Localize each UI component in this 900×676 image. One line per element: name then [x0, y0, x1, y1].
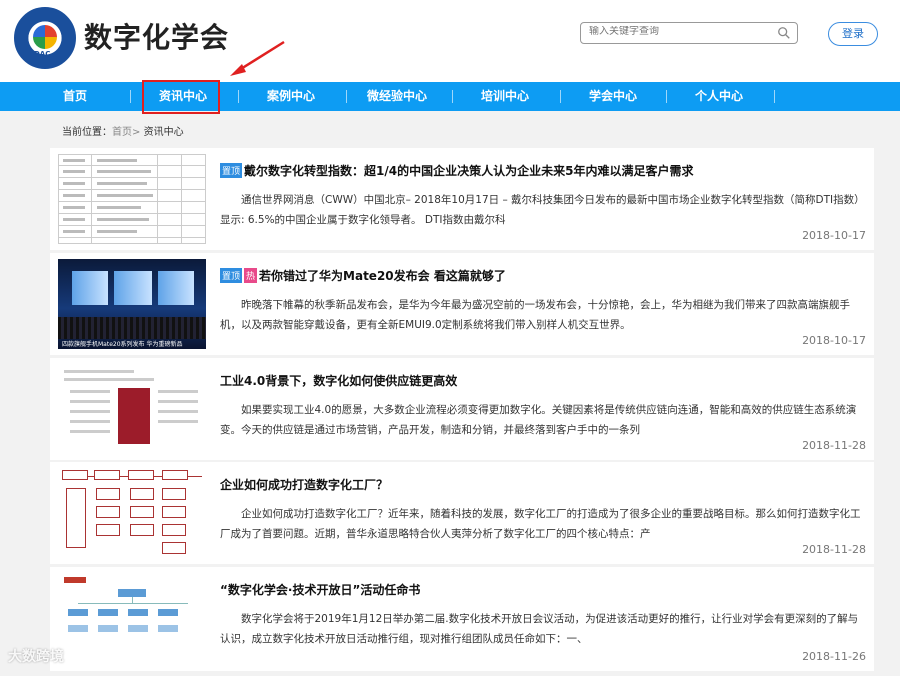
login-button[interactable]: 登录 [828, 22, 878, 46]
watermark: 大数跨境 [8, 649, 64, 665]
annotation-arrow-icon [230, 40, 285, 76]
logo-emblem-icon [33, 25, 57, 49]
nav-item-cases[interactable]: 案例中心 [248, 82, 334, 111]
nav-item-training[interactable]: 培训中心 [462, 82, 548, 111]
thumbnail-caption: 四款旗舰手机Mate20系列发布 华为重磅新品 [62, 341, 183, 348]
article-title[interactable]: 置顶 戴尔数字化转型指数：超1/4的中国企业决策人认为企业未来5年内难以满足客户需… [220, 162, 693, 179]
nav-divider [774, 90, 775, 103]
article-card[interactable]: 置顶 戴尔数字化转型指数：超1/4的中国企业决策人认为企业未来5年内难以满足客户需… [50, 148, 874, 250]
article-thumbnail[interactable] [58, 468, 206, 558]
article-summary: 数字化学会将于2019年1月12日举办第二届.数字化技术开放日会议活动，为促进该… [220, 613, 859, 645]
logo-text: DAC [34, 50, 51, 58]
nav-divider [130, 90, 131, 103]
article-title-text[interactable]: 戴尔数字化转型指数：超1/4的中国企业决策人认为企业未来5年内难以满足客户需求 [244, 164, 693, 178]
article-title-text[interactable]: 企业如何成功打造数字化工厂？ [220, 478, 388, 492]
article-thumbnail[interactable] [58, 364, 206, 454]
nav-divider [346, 90, 347, 103]
annotation-highlight-box [142, 80, 220, 114]
article-date: 2018-11-28 [802, 439, 866, 452]
breadcrumb-label: 当前位置： [62, 127, 112, 138]
breadcrumb-separator: > [132, 127, 141, 138]
article-thumbnail[interactable]: 四款旗舰手机Mate20系列发布 华为重磅新品 [58, 259, 206, 349]
pinned-badge: 置顶 [220, 268, 243, 283]
search-icon[interactable] [777, 26, 791, 40]
breadcrumb: 当前位置：首页> 资讯中心 [62, 123, 184, 138]
article-thumbnail[interactable] [58, 154, 206, 244]
nav-divider [452, 90, 453, 103]
article-summary: 如果要实现工业4.0的愿景，大多数企业流程必须变得更加数字化。关键因素将是传统供… [220, 404, 857, 436]
hot-badge: 热 [244, 268, 258, 283]
article-summary: 昨晚落下帷幕的秋季新品发布会，是华为今年最为盛况空前的一场发布会，十分惊艳，会上… [220, 299, 850, 331]
article-summary: 企业如何成功打造数字化工厂？近年来，随着科技的发展，数字化工厂的打造成为了很多企… [220, 508, 861, 540]
breadcrumb-current: 资讯中心 [143, 127, 184, 138]
article-title[interactable]: 置顶热若你错过了华为Mate20发布会 看这篇就够了 [220, 267, 506, 284]
article-card[interactable]: 企业如何成功打造数字化工厂？ 企业如何成功打造数字化工厂？近年来，随着科技的发展… [50, 462, 874, 564]
article-summary: 通信世界网消息（CWW）中国北京– 2018年10月17日 – 戴尔科技集团今日… [220, 194, 865, 226]
article-date: 2018-10-17 [802, 229, 866, 242]
site-logo[interactable]: DAC [14, 7, 76, 69]
article-card[interactable]: “数字化学会·技术开放日”活动任命书 数字化学会将于2019年1月12日举办第二… [50, 567, 874, 671]
article-title-text[interactable]: 工业4.0背景下，数字化如何使供应链更高效 [220, 374, 457, 388]
article-title-text[interactable]: 若你错过了华为Mate20发布会 看这篇就够了 [259, 269, 506, 283]
site-title[interactable]: 数字化学会 [84, 16, 229, 56]
site-header: DAC 数字化学会 登录 [0, 0, 900, 82]
article-card[interactable]: 四款旗舰手机Mate20系列发布 华为重磅新品 置顶热若你错过了华为Mate20… [50, 253, 874, 355]
article-title-text[interactable]: “数字化学会·技术开放日”活动任命书 [220, 583, 420, 597]
search-box[interactable] [580, 22, 798, 44]
article-title[interactable]: 企业如何成功打造数字化工厂？ [220, 476, 388, 493]
article-title[interactable]: 工业4.0背景下，数字化如何使供应链更高效 [220, 372, 457, 389]
nav-divider [560, 90, 561, 103]
nav-divider [666, 90, 667, 103]
nav-item-micro-experience[interactable]: 微经验中心 [354, 82, 440, 111]
breadcrumb-home-link[interactable]: 首页 [112, 127, 132, 138]
nav-divider [238, 90, 239, 103]
article-date: 2018-11-28 [802, 543, 866, 556]
search-input[interactable] [589, 26, 769, 37]
nav-item-personal[interactable]: 个人中心 [676, 82, 762, 111]
article-date: 2018-11-26 [802, 650, 866, 663]
nav-item-home[interactable]: 首页 [32, 82, 118, 111]
nav-item-society[interactable]: 学会中心 [570, 82, 656, 111]
main-nav: 首页 资讯中心 案例中心 微经验中心 培训中心 学会中心 个人中心 [0, 82, 900, 111]
article-title[interactable]: “数字化学会·技术开放日”活动任命书 [220, 581, 420, 598]
article-card[interactable]: 工业4.0背景下，数字化如何使供应链更高效 如果要实现工业4.0的愿景，大多数企… [50, 358, 874, 460]
article-thumbnail[interactable] [58, 573, 206, 663]
article-date: 2018-10-17 [802, 334, 866, 347]
pinned-badge: 置顶 [220, 163, 243, 178]
